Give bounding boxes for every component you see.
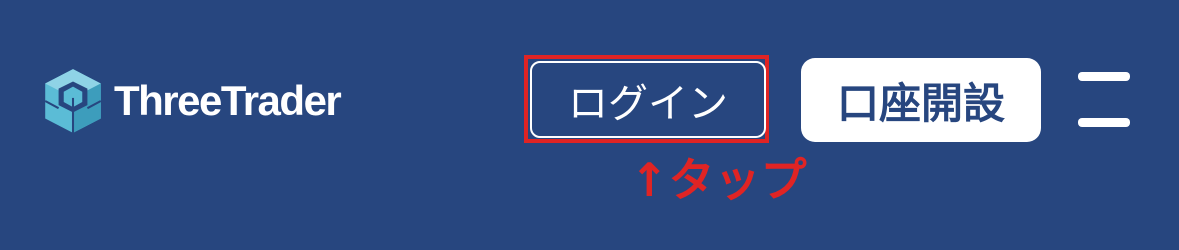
logo-text: ThreeTrader — [114, 77, 342, 124]
menu-bar-bottom — [1078, 118, 1130, 127]
threetrader-logo-icon — [44, 69, 102, 133]
open-account-button[interactable]: 口座開設 — [801, 58, 1041, 142]
hamburger-menu-icon[interactable] — [1076, 70, 1132, 130]
login-button[interactable]: ログイン — [530, 61, 766, 138]
menu-bar-top — [1078, 72, 1130, 81]
logo[interactable]: ThreeTrader — [40, 66, 342, 136]
tap-annotation: ↑タップ — [630, 153, 807, 207]
